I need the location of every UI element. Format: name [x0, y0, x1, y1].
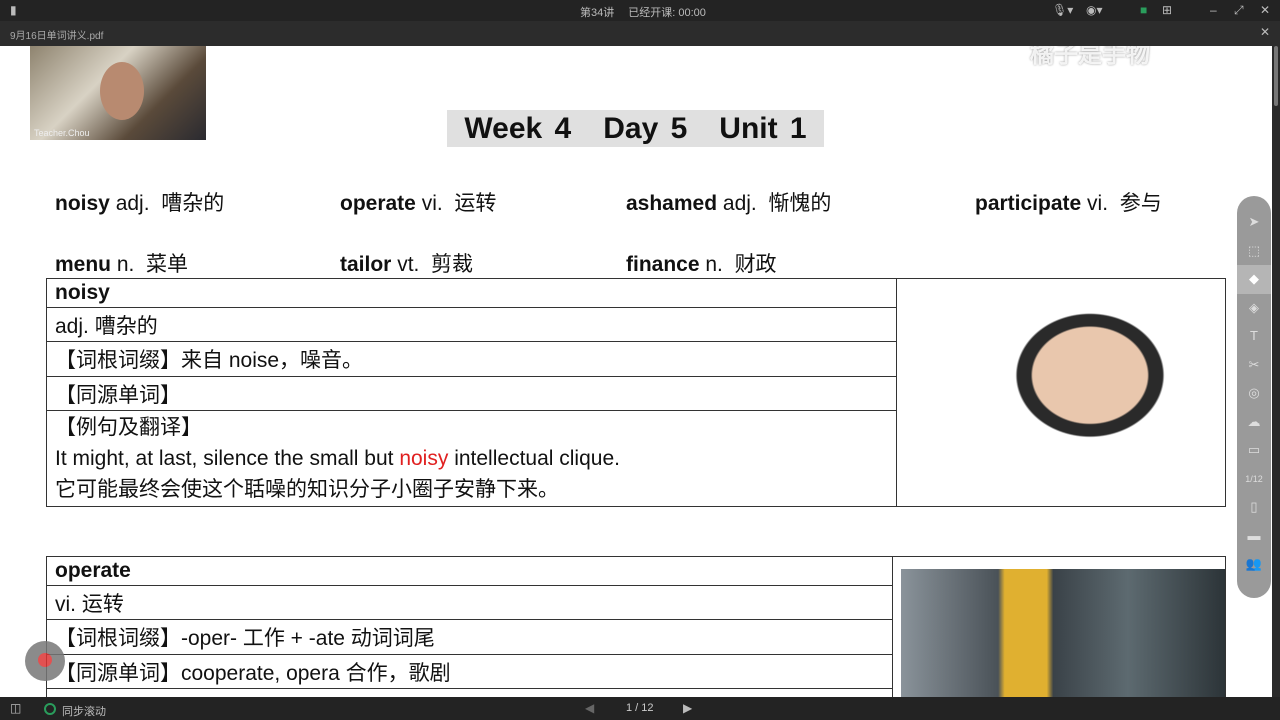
file-name[interactable]: 9月16日单词讲义.pdf [10, 27, 103, 42]
next-page-icon[interactable]: ▶ [683, 701, 692, 715]
card-definition: adj. 嘈杂的 [46, 307, 897, 342]
file-icon[interactable]: ▯ [1237, 493, 1271, 522]
pointer-icon[interactable]: ➤ [1237, 208, 1271, 237]
circle-icon[interactable]: ◎ [1237, 379, 1271, 408]
page-title: Week 4 Day 5 Unit 1 [447, 110, 824, 147]
green-status-icon[interactable]: ■ [1140, 3, 1147, 17]
grid-icon[interactable]: ⊞ [1162, 3, 1172, 17]
card-icon[interactable]: ▭ [1237, 436, 1271, 465]
card-word: noisy [55, 281, 110, 304]
eraser-icon[interactable]: ◆ [1237, 265, 1271, 294]
close-doc-icon[interactable]: ✕ [1260, 25, 1270, 39]
annotation-toolbar: ➤ ⬚ ◆ ◈ T ✂ ◎ ☁ ▭ 1/12 ▯ ▬ 👥 [1237, 196, 1271, 598]
word-entry: noisy adj. 嘈杂的 [55, 192, 225, 215]
card-cognate: 【同源单词】 [46, 376, 897, 411]
word-entry: participate vi. 参与 [975, 192, 1162, 215]
prev-page-icon[interactable]: ◀ [585, 701, 594, 715]
card-example: 【例句及翻译】 It might, at last, silence the sm… [46, 410, 897, 507]
card-cognate: 【同源单词】cooperate, opera 合作，歌剧 [46, 654, 893, 689]
webcam-name: Teacher.Chou [34, 128, 90, 138]
bottom-bar: ◫ 同步滚动 ◀ 1 / 12 ▶ [0, 697, 1280, 720]
word-entry: finance n. 财政 [626, 253, 777, 276]
word-card-noisy: noisy adj. 嘈杂的 【词根词缀】来自 noise，噪音。 【同源单词】… [46, 278, 1226, 507]
cloud-icon[interactable]: ☁ [1237, 408, 1271, 437]
engineer-image [901, 569, 1225, 697]
word-entry: tailor vt. 剪裁 [340, 253, 474, 276]
select-icon[interactable]: ⬚ [1237, 237, 1271, 266]
camera-icon[interactable]: ◉▾ [1086, 3, 1103, 17]
sidebar-toggle-icon[interactable]: ◫ [10, 701, 21, 715]
floating-action-button[interactable] [25, 641, 65, 681]
word-entry: menu n. 菜单 [55, 253, 189, 276]
watermark: 橘子是手物 [1030, 46, 1150, 68]
lesson-label: 第34讲 [580, 7, 615, 19]
minimize-icon[interactable]: – [1210, 3, 1217, 17]
card-definition: vi. 运转 [46, 585, 893, 620]
signal-icon: ▮ [10, 3, 17, 17]
word-card-operate: operate vi. 运转 【词根词缀】-oper- 工作 + -ate 动词… [46, 556, 1226, 697]
card-root: 【词根词缀】来自 noise，噪音。 [46, 341, 897, 377]
fill-icon[interactable]: ◈ [1237, 294, 1271, 323]
page-indicator[interactable]: 1 / 12 [626, 702, 654, 714]
fullscreen-icon[interactable]: ⤢ [1234, 3, 1244, 18]
pdf-page: Teacher.Chou 橘子是手物 Week 4 Day 5 Unit 1 noi… [0, 46, 1272, 697]
page-number-icon[interactable]: 1/12 [1237, 465, 1271, 494]
scrollbar[interactable] [1272, 46, 1280, 697]
sync-toggle[interactable] [44, 703, 56, 715]
close-icon[interactable]: ✕ [1260, 3, 1270, 17]
man-with-headphones-image [955, 282, 1225, 488]
users-icon[interactable]: 👥 [1237, 550, 1271, 579]
card-root: 【词根词缀】-oper- 工作 + -ate 动词词尾 [46, 619, 893, 655]
webcam-video[interactable]: Teacher.Chou [30, 46, 206, 140]
mic-icon[interactable]: 🎙▾ [1052, 3, 1073, 17]
word-entry: operate vi. 运转 [340, 192, 497, 215]
title-week: Week 4 [464, 112, 572, 145]
document-tab-bar: 9月16日单词讲义.pdf ✕ [0, 21, 1280, 46]
video-icon[interactable]: ▬ [1237, 522, 1271, 551]
title-unit: Unit 1 [719, 112, 807, 145]
scissors-icon[interactable]: ✂ [1237, 351, 1271, 380]
sync-scroll-label: 同步滚动 [62, 706, 106, 718]
title-day: Day 5 [603, 112, 688, 145]
text-icon[interactable]: T [1237, 322, 1271, 351]
card-word: operate [55, 559, 131, 582]
word-entry: ashamed adj. 惭愧的 [626, 192, 832, 215]
title-bar: ▮ 第34讲 已经开课: 00:00 🎙▾ ◉▾ ■ ⊞ – ⤢ ✕ [0, 0, 1280, 21]
elapsed-time: 已经开课: 00:00 [628, 7, 706, 19]
